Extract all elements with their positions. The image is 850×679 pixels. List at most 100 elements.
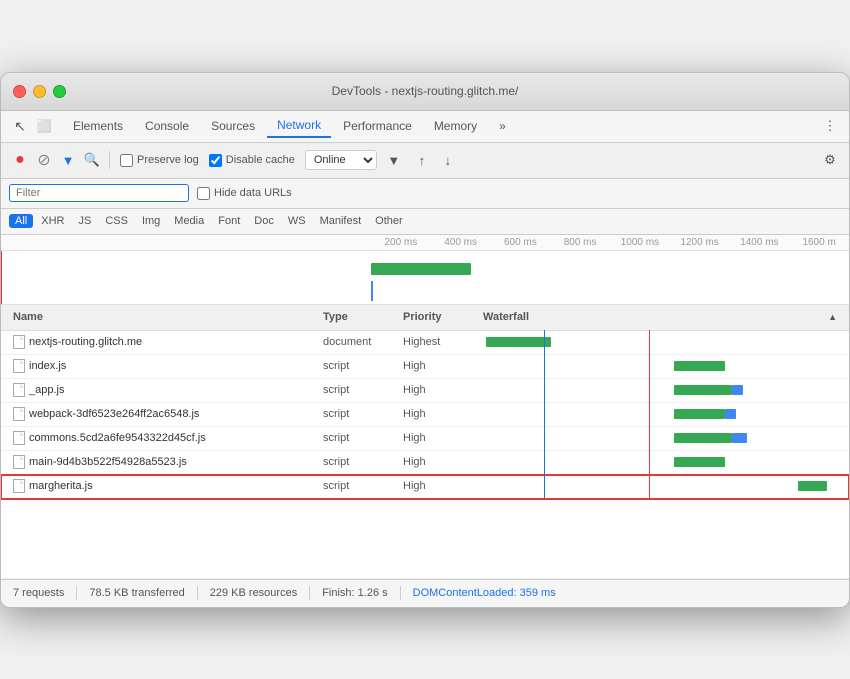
- sort-arrow: ▲: [828, 312, 837, 322]
- tab-memory[interactable]: Memory: [424, 115, 487, 137]
- throttle-select[interactable]: Online Fast 3G Slow 3G Offline: [305, 150, 377, 170]
- waterfall-bar-green: [674, 385, 732, 395]
- table-header: Name Type Priority Waterfall ▲: [1, 305, 849, 331]
- ruler-1200ms: 1200 ms: [670, 237, 730, 248]
- preserve-log-checkbox[interactable]: [120, 154, 133, 167]
- ruler-600ms: 600 ms: [491, 237, 551, 248]
- table-row[interactable]: index.js script High: [1, 355, 849, 379]
- table-row[interactable]: main-9d4b3b522f54928a5523.js script High: [1, 451, 849, 475]
- type-btn-js[interactable]: JS: [72, 214, 97, 228]
- waterfall-bar-green: [674, 433, 732, 443]
- th-type[interactable]: Type: [319, 311, 399, 323]
- td-name: webpack-3df6523e264ff2ac6548.js: [9, 407, 319, 421]
- status-dom-content[interactable]: DOMContentLoaded: 359 ms: [413, 587, 556, 599]
- file-icon: [13, 455, 25, 469]
- type-btn-xhr[interactable]: XHR: [35, 214, 70, 228]
- preserve-log-label[interactable]: Preserve log: [120, 154, 199, 167]
- table-row[interactable]: _app.js script High: [1, 379, 849, 403]
- upload-icon[interactable]: ↑: [411, 149, 433, 171]
- timeline-ruler: 200 ms 400 ms 600 ms 800 ms 1000 ms 1200…: [1, 235, 849, 251]
- tab-network[interactable]: Network: [267, 114, 331, 138]
- type-btn-other[interactable]: Other: [369, 214, 409, 228]
- disable-cache-label[interactable]: Disable cache: [209, 154, 295, 167]
- settings-icon[interactable]: ⚙: [819, 149, 841, 171]
- filter-icon[interactable]: ▼: [57, 149, 79, 171]
- disable-cache-checkbox[interactable]: [209, 154, 222, 167]
- th-name[interactable]: Name: [9, 311, 319, 323]
- td-waterfall: [479, 455, 841, 469]
- close-button[interactable]: [13, 85, 26, 98]
- ruler-800ms: 800 ms: [550, 237, 610, 248]
- type-btn-doc[interactable]: Doc: [248, 214, 280, 228]
- devtools-more-icon[interactable]: ⋮: [819, 115, 841, 137]
- type-btn-css[interactable]: CSS: [99, 214, 134, 228]
- tab-more[interactable]: »: [489, 115, 516, 137]
- type-filter-bar: All XHR JS CSS Img Media Font Doc WS Man…: [1, 209, 849, 235]
- type-btn-img[interactable]: Img: [136, 214, 166, 228]
- file-icon: [13, 359, 25, 373]
- tab-performance[interactable]: Performance: [333, 115, 422, 137]
- fullscreen-button[interactable]: [53, 85, 66, 98]
- td-name: main-9d4b3b522f54928a5523.js: [9, 455, 319, 469]
- table-row[interactable]: webpack-3df6523e264ff2ac6548.js script H…: [1, 403, 849, 427]
- type-btn-font[interactable]: Font: [212, 214, 246, 228]
- td-name: nextjs-routing.glitch.me: [9, 335, 319, 349]
- type-btn-all[interactable]: All: [9, 214, 33, 228]
- td-type: script: [319, 456, 399, 468]
- cursor-icon[interactable]: ↖: [9, 115, 31, 137]
- ruler-400ms: 400 ms: [431, 237, 491, 248]
- titlebar: DevTools - nextjs-routing.glitch.me/: [1, 73, 849, 111]
- waterfall-blue-line: [544, 354, 545, 378]
- th-waterfall[interactable]: Waterfall ▲: [479, 311, 841, 323]
- type-btn-media[interactable]: Media: [168, 214, 210, 228]
- table-empty-space: [1, 499, 849, 579]
- waterfall-bar-blue: [732, 385, 743, 395]
- main-tab-bar: ↖ ⬜ Elements Console Sources Network Per…: [1, 111, 849, 143]
- type-btn-ws[interactable]: WS: [282, 214, 312, 228]
- td-type: document: [319, 336, 399, 348]
- download-icon[interactable]: ↓: [437, 149, 459, 171]
- timeline-chart: [1, 251, 849, 305]
- waterfall-bar-green: [674, 457, 725, 467]
- tab-sources[interactable]: Sources: [201, 115, 265, 137]
- file-icon: [13, 479, 25, 493]
- waterfall-blue-line: [544, 426, 545, 450]
- waterfall-blue-line: [544, 378, 545, 402]
- td-waterfall: [479, 407, 841, 421]
- timeline-blue-bar: [371, 281, 373, 301]
- type-btn-manifest[interactable]: Manifest: [314, 214, 368, 228]
- table-row[interactable]: commons.5cd2a6fe9543322d45cf.js script H…: [1, 427, 849, 451]
- ruler-200ms: 200 ms: [371, 237, 431, 248]
- status-transferred: 78.5 KB transferred: [89, 587, 184, 599]
- search-icon[interactable]: 🔍: [81, 149, 103, 171]
- device-icon[interactable]: ⬜: [33, 115, 55, 137]
- table-row-highlighted[interactable]: margherita.js script High: [1, 475, 849, 499]
- tab-elements[interactable]: Elements: [63, 115, 133, 137]
- timeline-area: 200 ms 400 ms 600 ms 800 ms 1000 ms 1200…: [1, 235, 849, 305]
- td-waterfall: [479, 383, 841, 397]
- status-finish: Finish: 1.26 s: [322, 587, 387, 599]
- table-row[interactable]: nextjs-routing.glitch.me document Highes…: [1, 331, 849, 355]
- network-toolbar: ● ⊘ ▼ 🔍 Preserve log Disable cache Onlin…: [1, 143, 849, 179]
- toolbar-divider-1: [109, 151, 110, 169]
- filter-input[interactable]: [9, 184, 189, 202]
- waterfall-red-line: [649, 474, 650, 498]
- waterfall-bar-green: [674, 361, 725, 371]
- record-button[interactable]: ●: [9, 149, 31, 171]
- th-priority[interactable]: Priority: [399, 311, 479, 323]
- file-icon: [13, 383, 25, 397]
- ruler-1000ms: 1000 ms: [610, 237, 670, 248]
- waterfall-red-line: [649, 330, 650, 354]
- tab-console[interactable]: Console: [135, 115, 199, 137]
- status-requests: 7 requests: [13, 587, 64, 599]
- throttle-settings-icon[interactable]: ▼: [383, 149, 405, 171]
- status-sep-1: [76, 586, 77, 600]
- hide-data-urls-checkbox[interactable]: [197, 187, 210, 200]
- waterfall-bar-blue: [732, 433, 746, 443]
- minimize-button[interactable]: [33, 85, 46, 98]
- ruler-1400ms: 1400 ms: [730, 237, 790, 248]
- status-resources: 229 KB resources: [210, 587, 297, 599]
- waterfall-bar-green: [486, 337, 551, 347]
- hide-data-urls-label[interactable]: Hide data URLs: [197, 187, 292, 200]
- stop-button[interactable]: ⊘: [33, 149, 55, 171]
